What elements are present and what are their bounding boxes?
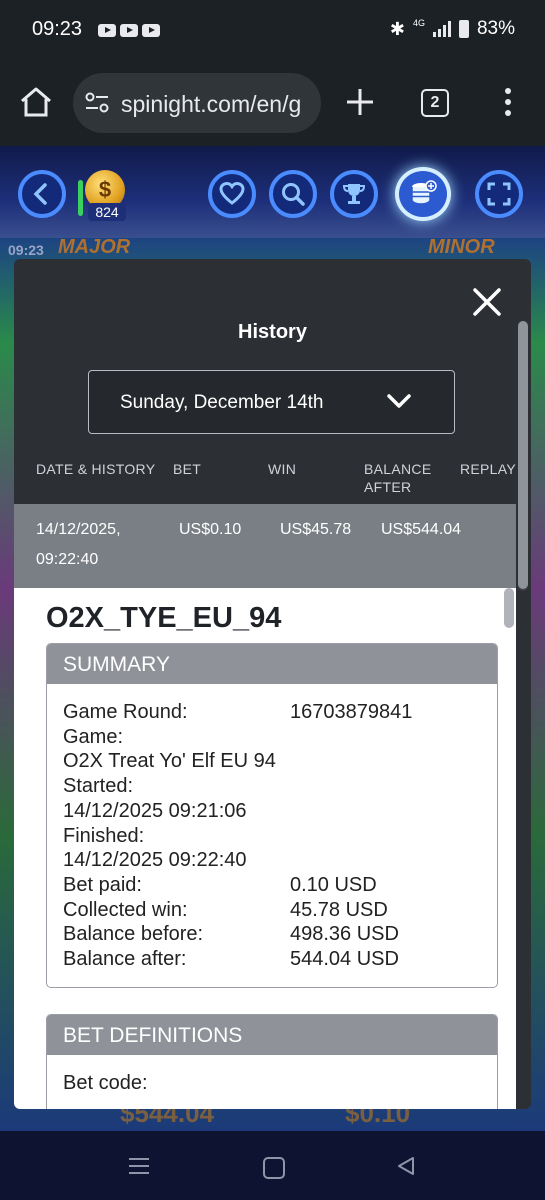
chevron-left-icon xyxy=(33,183,47,205)
notification-icons xyxy=(98,24,160,37)
row-time: 09:22:40 xyxy=(36,551,99,568)
finished-label: Finished: xyxy=(63,824,145,847)
round-detail-panel: O2X_TYE_EU_94 SUMMARY Game Round: 167038… xyxy=(14,588,516,1109)
game-clock: 09:23 xyxy=(8,242,44,258)
bet-definitions-card: BET DEFINITIONS Bet code: xyxy=(46,1014,498,1109)
url-text[interactable]: spinight.com/en/g xyxy=(121,91,301,118)
jackpot-minor: MINOR xyxy=(428,236,495,258)
game-value: O2X Treat Yo' Elf EU 94 xyxy=(63,750,276,773)
column-header-balance-line2: AFTER xyxy=(364,479,412,495)
game-round-label: Game Round: xyxy=(63,701,188,723)
game-label: Game: xyxy=(63,725,124,748)
network-type: 4G xyxy=(412,17,425,28)
row-bet: US$0.10 xyxy=(179,521,242,538)
column-header-balance-line1: BALANCE xyxy=(364,461,432,477)
balance-after-value: 544.04 USD xyxy=(290,948,399,970)
battery-icon xyxy=(458,20,469,38)
history-modal: History Sunday, December 14th DATE & HIS… xyxy=(14,259,531,1109)
table-scrollbar[interactable] xyxy=(518,321,528,591)
status-time: 09:23 xyxy=(32,18,83,40)
bet-paid-value: 0.10 USD xyxy=(290,873,377,896)
coin-count: 824 xyxy=(88,203,126,221)
search-button[interactable] xyxy=(269,170,317,218)
youtube-notification-icon xyxy=(120,24,138,37)
history-button[interactable] xyxy=(395,167,451,221)
trophy-icon xyxy=(342,184,366,204)
column-header-bet: BET xyxy=(173,461,202,477)
row-balance: US$544.04 xyxy=(381,521,462,538)
bet-code-label: Bet code: xyxy=(63,1072,148,1094)
fullscreen-button[interactable] xyxy=(475,170,523,218)
home-icon[interactable] xyxy=(18,84,54,120)
chevron-down-icon xyxy=(387,394,411,408)
bluetooth-icon: ✱ xyxy=(389,18,405,39)
tab-switcher-button[interactable]: 2 xyxy=(421,89,449,117)
game-round-value: 16703879841 xyxy=(290,701,413,723)
system-indicators: ✱ 4G 83% xyxy=(390,18,515,40)
more-menu-icon[interactable] xyxy=(500,88,516,120)
signal-icon xyxy=(432,21,451,37)
recents-icon[interactable] xyxy=(129,1158,149,1176)
collected-win-value: 45.78 USD xyxy=(290,898,388,921)
column-header-date: DATE & HISTORY xyxy=(36,461,156,477)
coins-history-icon xyxy=(411,180,437,205)
table-row[interactable]: 14/12/2025, 09:22:40 US$0.10 US$45.78 US… xyxy=(14,504,516,588)
heart-icon xyxy=(219,182,245,205)
home-nav-icon[interactable] xyxy=(263,1157,285,1179)
modal-title: History xyxy=(238,321,307,343)
column-header-balance-after: BALANCE AFTER xyxy=(364,460,431,496)
site-settings-icon[interactable] xyxy=(85,92,109,114)
balance-after-label: Balance after: xyxy=(63,948,187,970)
new-tab-icon[interactable] xyxy=(344,86,376,118)
date-select[interactable]: Sunday, December 14th xyxy=(88,370,455,434)
balance-before-label: Balance before: xyxy=(63,923,204,946)
detail-scrollbar[interactable] xyxy=(504,588,514,628)
summary-heading: SUMMARY xyxy=(47,644,497,684)
collected-win-label: Collected win: xyxy=(63,898,188,921)
balance-before-value: 498.36 USD xyxy=(290,923,399,946)
trophy-button[interactable] xyxy=(330,170,378,218)
browser-toolbar: spinight.com/en/g 2 xyxy=(0,60,545,146)
fullscreen-icon xyxy=(487,182,511,206)
column-header-replay: REPLAY xyxy=(460,461,517,477)
bet-definitions-heading: BET DEFINITIONS xyxy=(47,1015,497,1055)
row-date: 14/12/2025, xyxy=(36,521,121,538)
close-icon[interactable] xyxy=(472,287,502,317)
bet-paid-label: Bet paid: xyxy=(63,873,142,896)
back-button[interactable] xyxy=(18,170,66,218)
game-id: O2X_TYE_EU_94 xyxy=(46,602,282,634)
jackpot-major: MAJOR xyxy=(58,236,131,258)
youtube-notification-icon xyxy=(98,24,116,37)
favorite-button[interactable] xyxy=(208,170,256,218)
row-win: US$45.78 xyxy=(280,521,352,538)
column-header-win: WIN xyxy=(268,461,297,477)
balance-indicator xyxy=(78,180,83,216)
address-bar[interactable]: spinight.com/en/g xyxy=(73,73,321,133)
youtube-notification-icon xyxy=(142,24,160,37)
selected-date: Sunday, December 14th xyxy=(120,392,324,413)
summary-card: SUMMARY Game Round: 16703879841 Game: O2… xyxy=(46,643,498,988)
back-nav-icon[interactable] xyxy=(397,1156,415,1176)
started-label: Started: xyxy=(63,775,134,798)
battery-level: 83% xyxy=(476,18,515,39)
finished-value: 14/12/2025 09:22:40 xyxy=(63,849,247,872)
search-icon xyxy=(282,183,305,206)
started-value: 14/12/2025 09:21:06 xyxy=(63,799,247,822)
status-bar: 09:23 ✱ 4G 83% xyxy=(0,0,545,60)
